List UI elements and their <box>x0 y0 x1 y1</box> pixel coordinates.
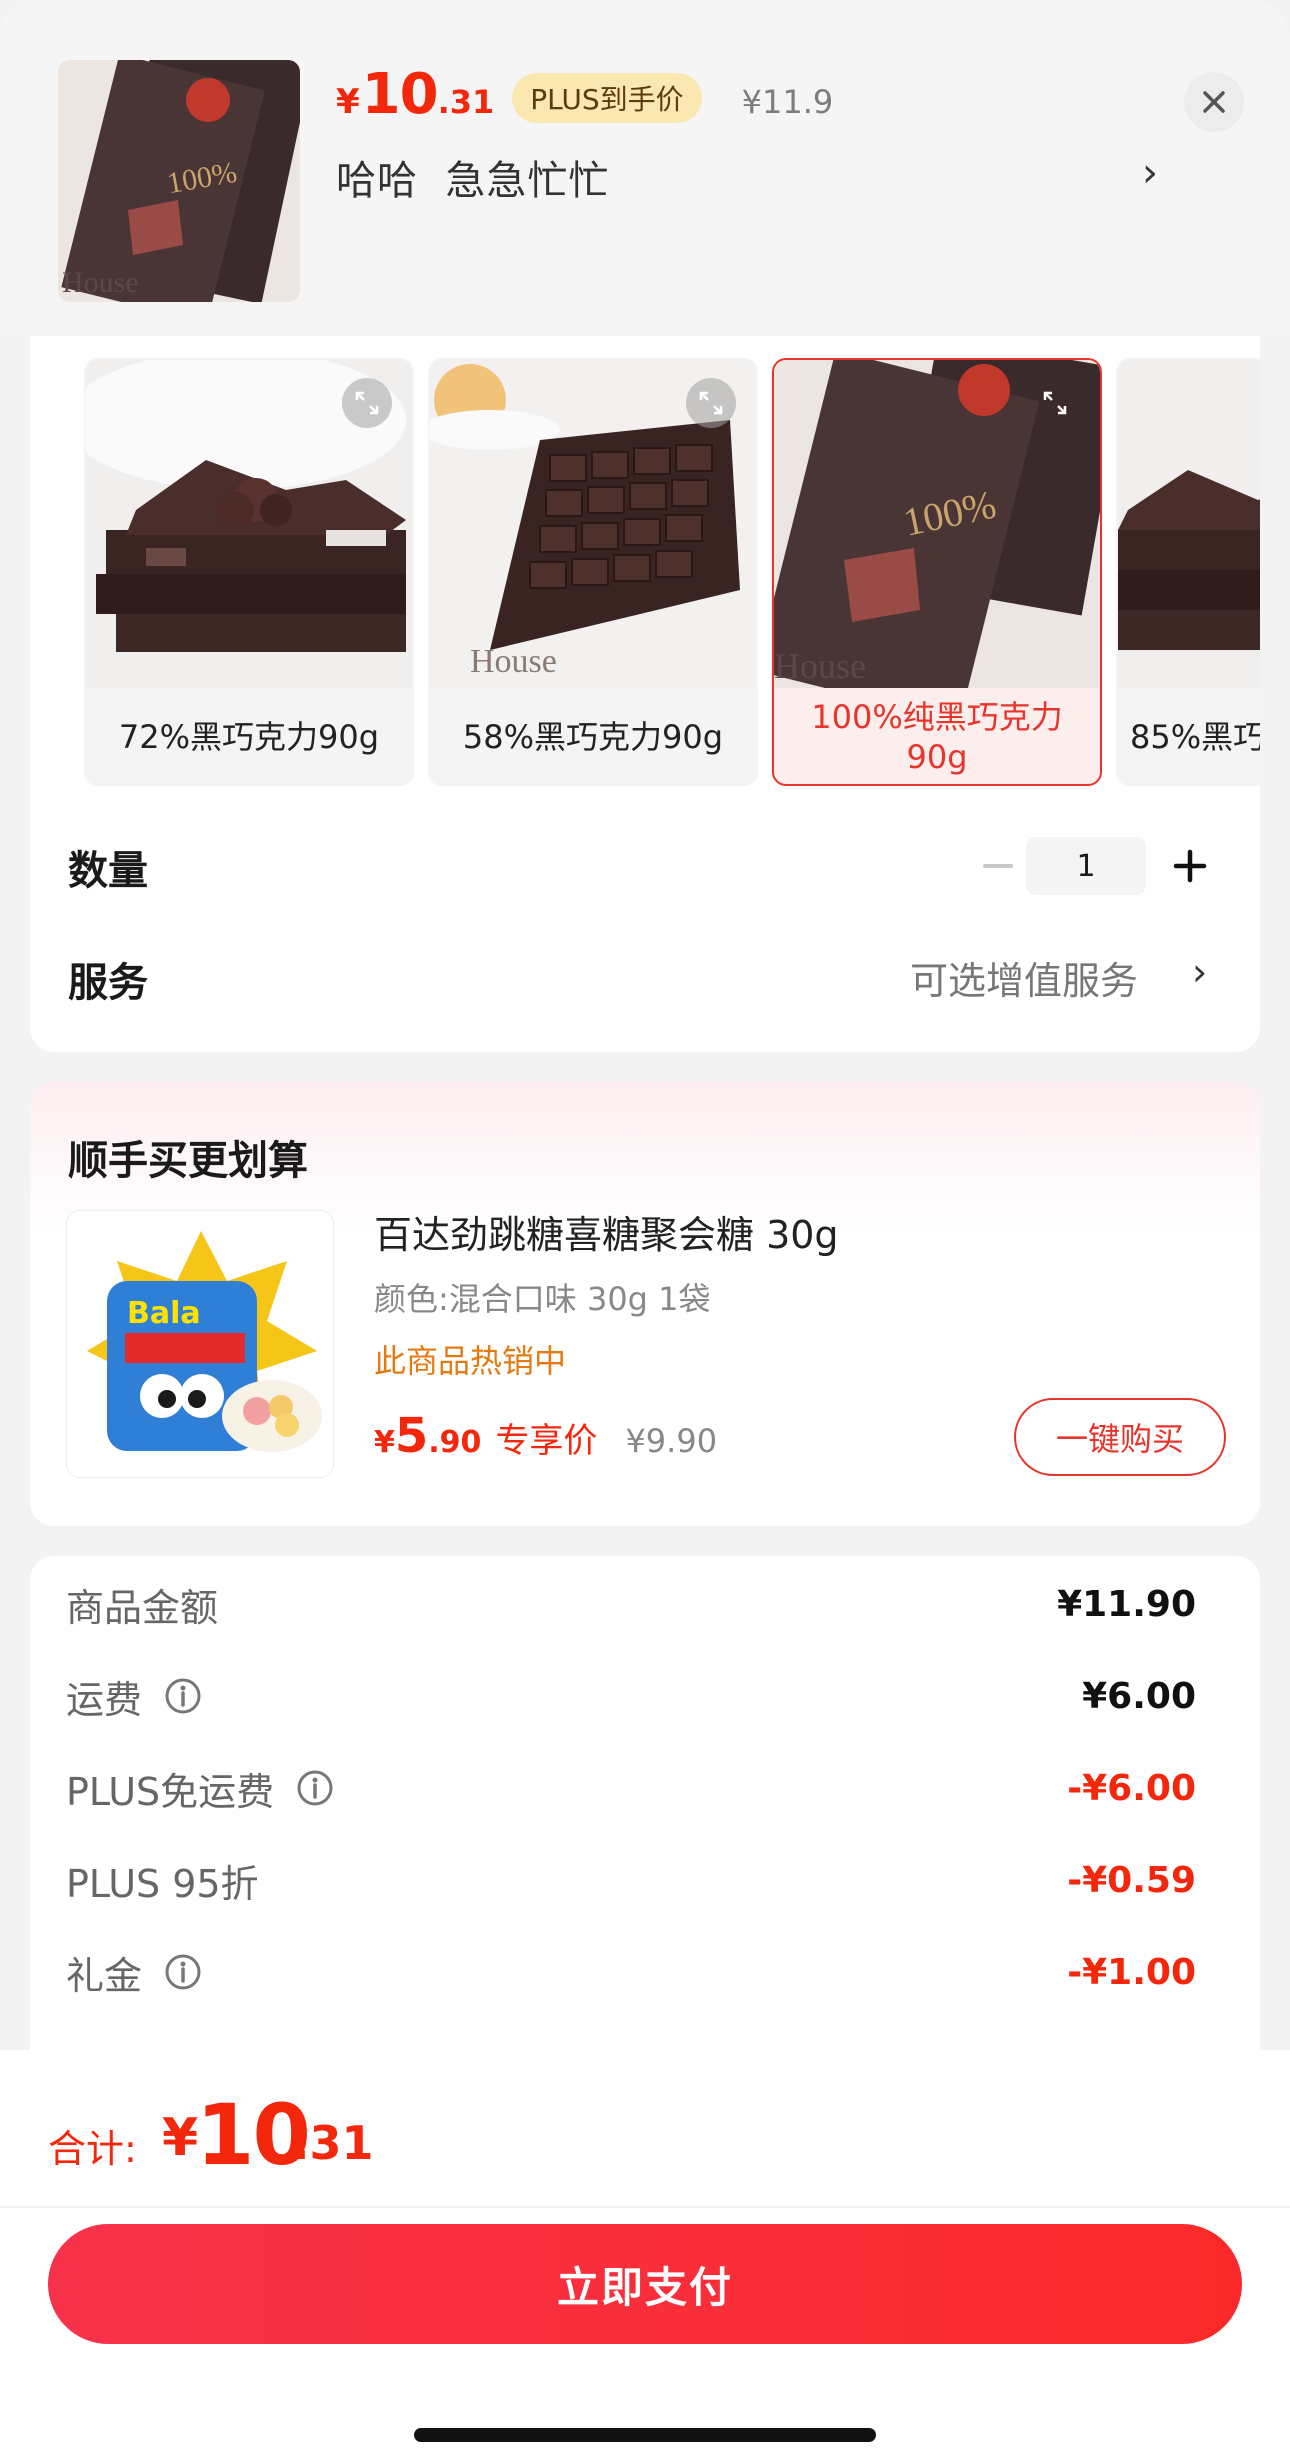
price-integer: 10 <box>361 62 439 127</box>
summary-label-text: 运费 <box>66 1677 143 1722</box>
summary-label-text: PLUS免运费 <box>66 1769 275 1814</box>
price-summary: 商品金额 ¥11.90 运费 ¥6.00 PLUS免运费 -¥6.00 PLUS… <box>30 1556 1260 2076</box>
summary-label: 礼金 <box>66 1945 202 2000</box>
option-item[interactable]: 85%黑巧 <box>1116 358 1260 786</box>
total-currency: ¥ <box>162 2108 199 2168</box>
close-icon <box>1203 91 1225 113</box>
service-value[interactable]: 可选增值服务 <box>910 950 1138 1005</box>
upsell-price-integer: 5 <box>394 1408 429 1464</box>
upsell-price-currency: ¥ <box>374 1425 395 1460</box>
info-icon[interactable] <box>164 1677 202 1715</box>
option-image <box>1118 360 1260 688</box>
expand-icon[interactable] <box>1030 378 1080 428</box>
svg-text:Bala: Bala <box>127 1296 201 1331</box>
chevron-right-icon[interactable]: › <box>1192 950 1207 994</box>
spec-card: 72%黑巧克力90g House 58%黑巧克力90g 100% House 1… <box>30 336 1260 1052</box>
upsell-hot-badge: 此商品热销中 <box>374 1342 567 1380</box>
price-currency: ¥ <box>336 82 360 122</box>
svg-text:House: House <box>470 643 557 680</box>
expand-icon[interactable] <box>342 378 392 428</box>
summary-label: PLUS免运费 <box>66 1761 334 1816</box>
upsell-card: 顺手买更划算 Bala 百达劲跳糖喜糖聚会糖 30g 颜色:混合口味 30g 1… <box>30 1082 1260 1526</box>
summary-label-text: 礼金 <box>66 1953 143 1998</box>
service-label: 服务 <box>68 960 148 1006</box>
summary-label: 商品金额 <box>66 1577 218 1632</box>
total-label: 合计: <box>48 2127 137 2171</box>
plus-icon <box>1173 849 1207 883</box>
option-item[interactable]: House 58%黑巧克力90g <box>428 358 758 786</box>
option-label: 72%黑巧克力90g <box>118 718 380 756</box>
quantity-label: 数量 <box>68 848 148 894</box>
option-label: 100%纯黑巧克力90g <box>811 698 1063 776</box>
summary-label-text: PLUS 95折 <box>66 1861 259 1906</box>
minus-icon <box>983 864 1013 868</box>
summary-row: 商品金额 ¥11.90 <box>66 1574 1196 1634</box>
option-label: 58%黑巧克力90g <box>462 718 724 756</box>
option-label: 85%黑巧 <box>1130 718 1260 756</box>
summary-label: 运费 <box>66 1669 202 1724</box>
upsell-product-name[interactable]: 百达劲跳糖喜糖聚会糖 30g <box>374 1204 839 1259</box>
pay-now-button[interactable]: 立即支付 <box>48 2224 1242 2344</box>
expand-icon[interactable] <box>686 378 736 428</box>
option-item-selected[interactable]: 100% House 100%纯黑巧克力90g <box>772 358 1102 786</box>
summary-row: PLUS免运费 -¥6.00 <box>66 1758 1196 1818</box>
product-thumbnail[interactable]: 100% House <box>58 60 300 302</box>
divider <box>0 2206 1290 2208</box>
summary-row: 礼金 -¥1.00 <box>66 1942 1196 2002</box>
svg-text:House: House <box>62 266 139 299</box>
checkout-bar: 合计: ¥ 10 .31 立即支付 <box>0 2050 1290 2464</box>
one-click-buy-button[interactable]: 一键购买 <box>1014 1398 1226 1476</box>
upsell-exclusive-label: 专享价 <box>495 1421 598 1461</box>
quantity-plus-button[interactable] <box>1160 836 1220 896</box>
upsell-product-image[interactable]: Bala <box>66 1210 334 1478</box>
quantity-minus-button[interactable] <box>968 836 1028 896</box>
upsell-price-decimal: .90 <box>428 1425 482 1460</box>
summary-row: 运费 ¥6.00 <box>66 1666 1196 1726</box>
summary-label: PLUS 95折 <box>66 1853 259 1908</box>
info-icon[interactable] <box>296 1769 334 1807</box>
option-list[interactable]: 72%黑巧克力90g House 58%黑巧克力90g 100% House 1… <box>84 358 1260 788</box>
option-item[interactable]: 72%黑巧克力90g <box>84 358 414 786</box>
close-button[interactable] <box>1184 72 1244 132</box>
chevron-right-icon[interactable]: › <box>1142 150 1158 196</box>
summary-value: -¥6.00 <box>1067 1767 1196 1809</box>
plus-price-tag: PLUS到手价 <box>512 73 702 123</box>
summary-value: -¥1.00 <box>1067 1951 1196 1993</box>
home-indicator[interactable] <box>414 2428 876 2442</box>
total-decimal: .31 <box>292 2116 374 2170</box>
product-header: 100% House ¥ 10 .31 PLUS到手价 ¥11.9 哈哈 急急忙… <box>0 0 1290 336</box>
upsell-product-spec: 颜色:混合口味 30g 1袋 <box>374 1280 711 1318</box>
summary-row: PLUS 95折 -¥0.59 <box>66 1850 1196 1910</box>
quantity-value[interactable]: 1 <box>1026 837 1146 895</box>
info-icon[interactable] <box>164 1953 202 1991</box>
summary-label-text: 商品金额 <box>66 1585 219 1630</box>
upsell-price: ¥ 5 .90 专享价 ¥9.90 <box>374 1408 717 1464</box>
upsell-original-price: ¥9.90 <box>625 1422 718 1460</box>
price-decimal: .31 <box>437 83 495 121</box>
summary-value: -¥0.59 <box>1067 1859 1196 1901</box>
upsell-title: 顺手买更划算 <box>68 1138 308 1184</box>
summary-value: ¥11.90 <box>1057 1583 1196 1625</box>
original-price: ¥11.9 <box>741 83 834 121</box>
selected-attributes[interactable]: 哈哈 急急忙忙 <box>336 148 609 206</box>
price-line: ¥ 10 .31 PLUS到手价 ¥11.9 <box>336 62 833 134</box>
summary-value: ¥6.00 <box>1082 1675 1196 1717</box>
svg-text:House: House <box>774 646 866 686</box>
